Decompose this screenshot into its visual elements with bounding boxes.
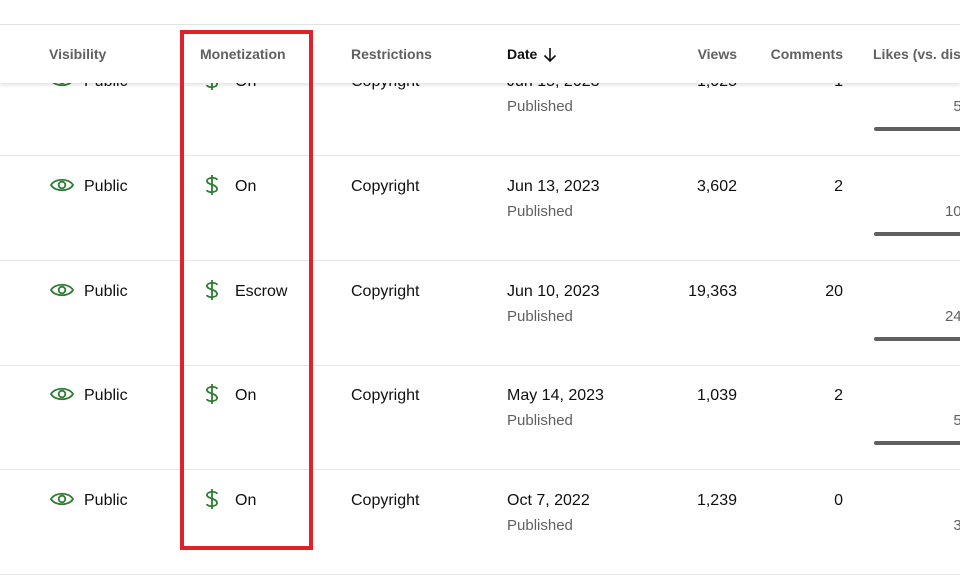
dollar-icon: [206, 384, 218, 404]
visibility-label: Public: [84, 492, 128, 509]
eye-icon: [50, 492, 74, 506]
likes-count: 241: [944, 308, 960, 325]
restriction-label[interactable]: Copyright: [351, 178, 419, 196]
views-count: 19,363: [688, 283, 737, 300]
likes-bar: [874, 441, 960, 445]
visibility-label: Public: [84, 178, 128, 195]
table-header: Visibility Monetization Restrictions Dat…: [0, 25, 960, 83]
date-label: May 14, 2023: [507, 387, 604, 404]
dollar-icon: [206, 175, 218, 195]
column-header-restrictions[interactable]: Restrictions: [351, 25, 432, 83]
status-label: Published: [507, 517, 573, 534]
status-label: Published: [507, 203, 573, 220]
likes-count: 109: [944, 203, 960, 220]
views-count: 1,239: [696, 492, 737, 509]
column-header-date[interactable]: Date: [507, 25, 557, 83]
eye-icon: [50, 387, 74, 401]
column-header-likes[interactable]: Likes (vs. dis: [873, 25, 960, 83]
views-count: 3,602: [696, 178, 737, 195]
table-row[interactable]: Public On Copyright Oct 7, 2022 Publishe…: [0, 470, 960, 575]
sort-arrow-down-icon: [544, 48, 557, 63]
dollar-icon: [206, 489, 218, 509]
table-row[interactable]: Public On Copyright May 14, 2023 Publish…: [0, 365, 960, 470]
comments-count: 2: [834, 387, 843, 404]
likes-percent: 9: [860, 387, 960, 405]
monetization-label[interactable]: On: [235, 492, 256, 510]
likes-count: 52: [953, 98, 960, 115]
status-label: Published: [507, 308, 573, 325]
views-count: 1,039: [696, 387, 737, 404]
date-label: Oct 7, 2022: [507, 492, 590, 509]
status-label: Published: [507, 98, 573, 115]
restriction-label[interactable]: Copyright: [351, 492, 419, 510]
date-label: Jun 13, 2023: [507, 178, 600, 195]
column-header-views[interactable]: Views: [637, 25, 737, 83]
comments-count: 2: [834, 178, 843, 195]
status-label: Published: [507, 412, 573, 429]
likes-percent: 9: [860, 283, 960, 301]
table-row[interactable]: Public Escrow Copyright Jun 10, 2023 Pub…: [0, 261, 960, 366]
comments-count: 20: [825, 283, 843, 300]
visibility-label: Public: [84, 283, 128, 300]
date-label: Jun 10, 2023: [507, 283, 600, 300]
dollar-icon: [206, 280, 218, 300]
likes-percent: 8: [860, 492, 960, 510]
column-header-date-label: Date: [507, 46, 538, 62]
eye-icon: [50, 283, 74, 297]
column-header-monetization[interactable]: Monetization: [200, 25, 286, 83]
column-header-visibility[interactable]: Visibility: [49, 25, 106, 83]
restriction-label[interactable]: Copyright: [351, 387, 419, 405]
likes-bar: [874, 127, 960, 131]
eye-icon: [50, 178, 74, 192]
monetization-label[interactable]: Escrow: [235, 283, 287, 301]
column-header-comments[interactable]: Comments: [743, 25, 843, 83]
monetization-label[interactable]: On: [235, 387, 256, 405]
comments-count: 0: [834, 492, 843, 509]
visibility-label: Public: [84, 387, 128, 404]
restriction-label[interactable]: Copyright: [351, 283, 419, 301]
likes-percent: 9: [860, 178, 960, 196]
monetization-label[interactable]: On: [235, 178, 256, 196]
likes-count: 50: [953, 412, 960, 429]
likes-bar: [874, 337, 960, 341]
likes-bar: [874, 232, 960, 236]
table-row[interactable]: Public On Copyright Jun 13, 2023 Publish…: [0, 156, 960, 261]
likes-count: 30: [953, 517, 960, 534]
